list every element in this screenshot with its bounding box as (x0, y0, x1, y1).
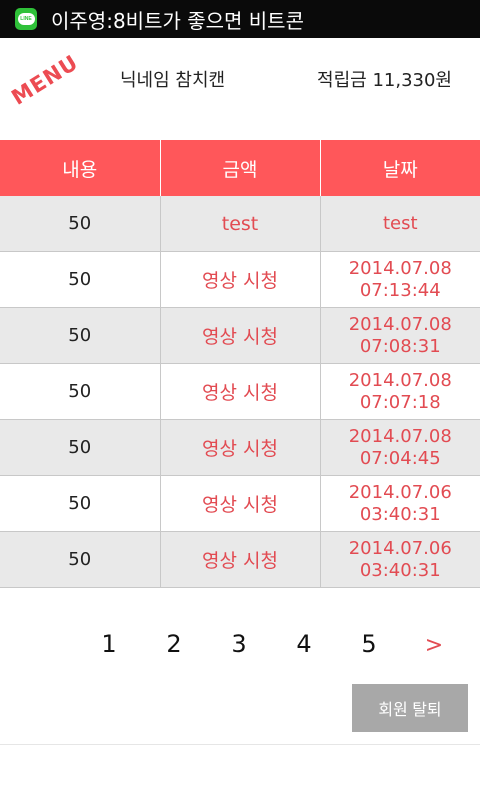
row-amount: 50 (0, 251, 161, 308)
row-date-time: 07:07:18 (359, 391, 441, 413)
row-date-time: 07:04:45 (359, 447, 441, 469)
row-date: 2014.07.06 03:40:31 (320, 475, 480, 532)
row-date-time: 07:08:31 (359, 335, 441, 357)
row-date-time: 03:40:31 (359, 503, 441, 525)
row-amount: 50 (0, 419, 161, 476)
row-content: test (160, 196, 321, 252)
row-content: 영상 시청 (160, 419, 321, 476)
row-date-time: 07:13:44 (359, 279, 441, 301)
row-amount: 50 (0, 307, 161, 364)
column-header-content: 내용 (0, 140, 161, 196)
row-date: 2014.07.08 07:07:18 (320, 363, 480, 420)
row-content: 영상 시청 (160, 363, 321, 420)
row-date-day: 2014.07.08 (348, 313, 452, 335)
row-amount: 50 (0, 475, 161, 532)
table-row: 50 영상 시청 2014.07.08 07:08:31 (0, 307, 480, 364)
row-amount: 50 (0, 196, 161, 252)
row-content: 영상 시청 (160, 307, 321, 364)
nickname-label: 닉네임 참치캔 (120, 70, 226, 91)
page-link-1[interactable]: 1 (94, 630, 124, 658)
row-date-time: 03:40:31 (359, 559, 441, 581)
row-date-day: 2014.07.08 (348, 257, 452, 279)
table-row: 50 영상 시청 2014.07.08 07:07:18 (0, 363, 480, 420)
page-link-5[interactable]: 5 (354, 630, 384, 658)
notification-text: 이주영:8비트가 좋으면 비트콘 (51, 8, 304, 33)
row-date-day: test (382, 212, 418, 234)
page-link-3[interactable]: 3 (224, 630, 254, 658)
row-date-day: 2014.07.08 (348, 369, 452, 391)
line-app-icon: LINE (15, 8, 37, 30)
page-link-4[interactable]: 4 (289, 630, 319, 658)
table-row: 50 영상 시청 2014.07.06 03:40:31 (0, 475, 480, 532)
row-date: 2014.07.08 07:08:31 (320, 307, 480, 364)
row-date: 2014.07.08 07:04:45 (320, 419, 480, 476)
row-content: 영상 시청 (160, 251, 321, 308)
status-bar: LINE 이주영:8비트가 좋으면 비트콘 (0, 0, 480, 38)
app-header: MENU 닉네임 참치캔 적립금 11,330원 (0, 38, 480, 140)
menu-button[interactable]: MENU (7, 50, 82, 110)
table-header-row: 내용 금액 날짜 (0, 140, 480, 196)
bottom-divider (0, 744, 480, 745)
row-date-day: 2014.07.06 (348, 537, 452, 559)
row-content: 영상 시청 (160, 475, 321, 532)
column-header-amount: 금액 (160, 140, 321, 196)
next-page-button[interactable]: > (419, 633, 449, 658)
row-date: test (320, 196, 480, 252)
withdraw-membership-button[interactable]: 회원 탈퇴 (352, 684, 468, 732)
points-balance: 적립금 11,330원 (317, 70, 452, 91)
column-header-date: 날짜 (320, 140, 480, 196)
table-row: 50 영상 시청 2014.07.06 03:40:31 (0, 531, 480, 588)
pagination: 1 2 3 4 5 > (0, 630, 480, 670)
row-date-day: 2014.07.06 (348, 481, 452, 503)
row-amount: 50 (0, 363, 161, 420)
row-date-day: 2014.07.08 (348, 425, 452, 447)
row-date: 2014.07.08 07:13:44 (320, 251, 480, 308)
row-date: 2014.07.06 03:40:31 (320, 531, 480, 588)
table-row: 50 test test (0, 196, 480, 252)
page-link-2[interactable]: 2 (159, 630, 189, 658)
row-content: 영상 시청 (160, 531, 321, 588)
table-row: 50 영상 시청 2014.07.08 07:13:44 (0, 251, 480, 308)
table-row: 50 영상 시청 2014.07.08 07:04:45 (0, 419, 480, 476)
line-icon-label: LINE (17, 13, 35, 25)
row-amount: 50 (0, 531, 161, 588)
history-table: 내용 금액 날짜 50 test test 50 영상 시청 2014.07.0… (0, 140, 480, 588)
